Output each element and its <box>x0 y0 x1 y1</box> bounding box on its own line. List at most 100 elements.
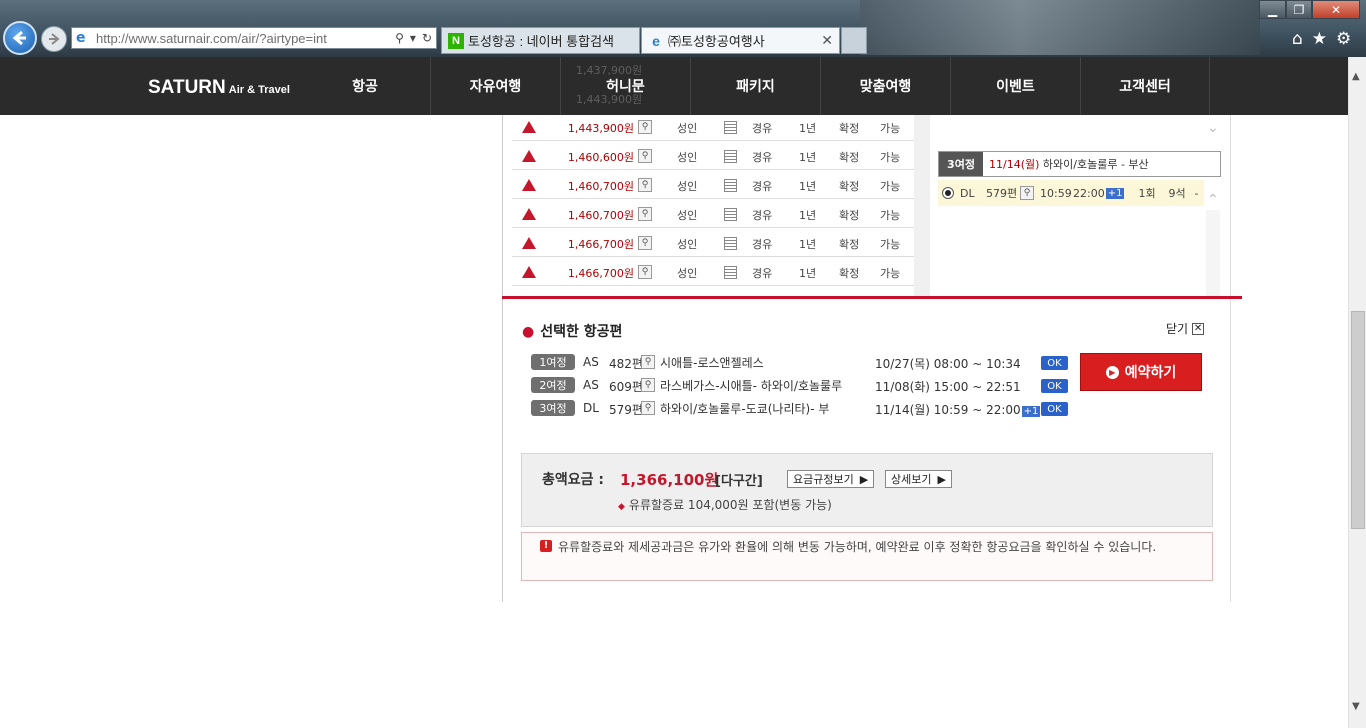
site-nav: SATURN Air & Travel 항공 자유여행 허니문 패키지 맞춤여행 … <box>0 57 1348 115</box>
selected-leg: 3여정 DL 579편 ⚲ 하와이/호놀룰루-도쿄(나리타)- 부 11/14(… <box>531 400 1071 418</box>
menu-event[interactable]: 이벤트 <box>950 57 1080 115</box>
magnifier-icon[interactable]: ⚲ <box>641 378 655 392</box>
trip-type: [다구간] <box>715 474 763 489</box>
page-scrollbar[interactable]: ▲ ▼ <box>1348 57 1366 728</box>
rules-doc-icon[interactable] <box>724 150 737 163</box>
fare-age: 성인 <box>677 180 698 193</box>
rules-doc-icon[interactable] <box>724 266 737 279</box>
magnifier-icon[interactable]: ⚲ <box>638 236 652 250</box>
menu-package[interactable]: 패키지 <box>690 57 820 115</box>
magnifier-icon[interactable]: ⚲ <box>1020 186 1034 200</box>
leg-time: 10/27(목) 08:00 ~ 10:34 <box>875 357 1021 371</box>
reserve-button[interactable]: ▶ 예약하기 <box>1080 353 1202 391</box>
selected-flights-title: ● 선택한 항공편 <box>522 324 623 340</box>
scroll-thumb[interactable] <box>1351 311 1365 529</box>
magnifier-icon[interactable]: ⚲ <box>638 120 652 134</box>
details-button[interactable]: 상세보기 ▶ <box>885 470 952 488</box>
menu-custom-travel[interactable]: 맞춤여행 <box>820 57 950 115</box>
total-fare-box: 총액요금 : 1,366,100원 [다구간] 요금규정보기 ▶ 상세보기 ▶ ◆ 유… <box>521 453 1213 527</box>
chevron-down-icon[interactable]: ⌄ <box>1207 120 1219 136</box>
total-amount: 1,366,100원 <box>620 471 719 489</box>
tab-naver-search[interactable]: N 토성항공 : 네이버 통합검색 <box>441 27 640 54</box>
close-window-button[interactable]: ✕ <box>1312 0 1360 19</box>
site-logo[interactable]: SATURN Air & Travel <box>148 77 290 99</box>
new-tab-button[interactable] <box>841 27 867 54</box>
leg-badge: 1여정 <box>531 354 575 370</box>
fare-price: 1,460,600원 <box>567 151 634 164</box>
leg3-flight-option[interactable]: DL 579편 ⚲ 10:59 22:00 +1 1회 9석 - <box>938 180 1204 206</box>
fare-row[interactable]: 1,466,700원 ⚲ 성인 경유 1년 확정 가능 <box>512 257 914 286</box>
fare-via: 경유 <box>752 151 773 164</box>
menu-air[interactable]: 항공 <box>300 57 430 115</box>
menu-customer-center[interactable]: 고객센터 <box>1080 57 1210 115</box>
fare-row[interactable]: 1,466,700원 ⚲ 성인 경유 1년 확정 가능 <box>512 228 914 257</box>
scroll-down-icon[interactable]: ▼ <box>1352 701 1360 712</box>
address-url[interactable]: http://www.saturnair.com/air/?airtype=in… <box>96 31 395 46</box>
home-icon[interactable]: ⌂ <box>1292 29 1303 49</box>
fare-age: 성인 <box>677 151 698 164</box>
fare-row[interactable]: 1,460,700원 ⚲ 성인 경유 1년 확정 가능 <box>512 170 914 199</box>
leg3-header: 3여정 11/14(월) 하와이/호놀룰루 - 부산 <box>938 151 1221 177</box>
warning-text: 유류할증료와 제세공과금은 유가와 환율에 의해 변동 가능하며, 예약완료 이… <box>558 540 1157 554</box>
magnifier-icon[interactable]: ⚲ <box>641 355 655 369</box>
ghost-price: 1,443,900원 <box>576 93 643 106</box>
selected-leg: 2여정 AS 609편 ⚲ 라스베가스-시애틀- 하와이/호놀룰루 11/08(… <box>531 377 1071 395</box>
option-arrival: 22:00 <box>1073 186 1105 200</box>
rules-doc-icon[interactable] <box>724 237 737 250</box>
address-bar[interactable]: e http://www.saturnair.com/air/?airtype=… <box>71 27 437 49</box>
fare-confirm: 확정 <box>839 122 860 135</box>
option-seats: 9석 <box>1168 187 1186 200</box>
back-button[interactable] <box>3 21 37 55</box>
search-icon[interactable]: ⚲ <box>395 31 404 45</box>
leg-time: 11/14(월) 10:59 ~ 22:00 +1 <box>875 403 1041 417</box>
magnifier-icon[interactable]: ⚲ <box>638 149 652 163</box>
magnifier-icon[interactable]: ⚲ <box>641 401 655 415</box>
leg-list-scrollbar[interactable] <box>1206 210 1220 296</box>
refresh-icon[interactable]: ↻ <box>422 31 432 45</box>
chevron-up-icon[interactable]: ⌃ <box>1207 192 1219 208</box>
delta-logo-icon <box>522 237 536 249</box>
favorites-star-icon[interactable]: ★ <box>1312 29 1327 49</box>
leg-flight: 482편 <box>609 357 643 371</box>
maximize-button[interactable]: ❐ <box>1286 0 1312 19</box>
option-departure: 10:59 <box>1040 186 1072 200</box>
magnifier-icon[interactable]: ⚲ <box>638 265 652 279</box>
fare-rules-button[interactable]: 요금규정보기 ▶ <box>787 470 875 488</box>
tab-saturn[interactable]: e ㈜토성항공여행사 ✕ <box>641 27 840 54</box>
fare-term: 1년 <box>799 151 817 164</box>
fare-row[interactable]: 1,460,700원 ⚲ 성인 경유 1년 확정 가능 <box>512 199 914 228</box>
scroll-up-icon[interactable]: ▲ <box>1352 71 1360 82</box>
rules-doc-icon[interactable] <box>724 179 737 192</box>
naver-icon: N <box>448 32 464 49</box>
rules-doc-icon[interactable] <box>724 208 737 221</box>
fare-via: 경유 <box>752 238 773 251</box>
delta-logo-icon <box>522 208 536 220</box>
close-panel-button[interactable]: 닫기 ✕ <box>1166 320 1205 337</box>
settings-gear-icon[interactable]: ⚙ <box>1336 29 1351 49</box>
dropdown-icon[interactable]: ▾ <box>410 31 416 45</box>
leg-badge: 3여정 <box>531 400 575 416</box>
leg-route: 시애틀-로스앤젤레스 <box>660 356 764 370</box>
fare-row[interactable]: 1,443,900원 ⚲ 성인 경유 1년 확정 가능 <box>512 112 914 141</box>
rules-doc-icon[interactable] <box>724 121 737 134</box>
fare-via: 경유 <box>752 122 773 135</box>
fare-row[interactable]: 1,460,600원 ⚲ 성인 경유 1년 확정 가능 <box>512 141 914 170</box>
leg-time: 11/08(화) 15:00 ~ 22:51 <box>875 380 1021 394</box>
radio-selected[interactable] <box>942 187 954 199</box>
ghost-price: 1,437,900원 <box>576 64 643 77</box>
menu-free-travel[interactable]: 자유여행 <box>430 57 560 115</box>
option-flight: 579편 <box>986 187 1018 200</box>
minimize-button[interactable]: ▁ <box>1259 0 1286 19</box>
magnifier-icon[interactable]: ⚲ <box>638 178 652 192</box>
magnifier-icon[interactable]: ⚲ <box>638 207 652 221</box>
fare-via: 경유 <box>752 209 773 222</box>
fare-via: 경유 <box>752 267 773 280</box>
tab-label: ㈜토성항공여행사 <box>668 34 765 49</box>
fare-list-scrollbar[interactable] <box>914 112 930 296</box>
close-tab-icon[interactable]: ✕ <box>821 32 833 49</box>
leg3-date: 11/14(월) <box>989 158 1040 171</box>
forward-button[interactable] <box>41 26 67 52</box>
content-divider <box>1230 115 1231 602</box>
leg-badge: 2여정 <box>531 377 575 393</box>
panel-divider <box>502 296 1242 299</box>
